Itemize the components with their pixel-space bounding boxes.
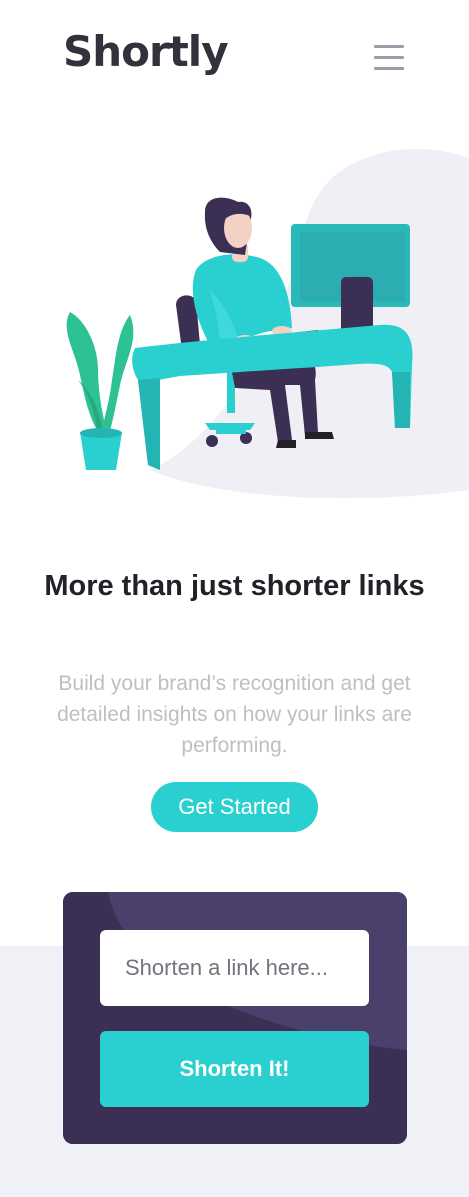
- shorten-it-button[interactable]: Shorten It!: [100, 1031, 369, 1107]
- shorten-link-card: Shorten It!: [63, 892, 407, 1144]
- hero-headline: More than just shorter links: [44, 570, 425, 602]
- menu-line: [374, 67, 404, 70]
- working-illustration: [66, 149, 469, 499]
- link-input[interactable]: [100, 930, 369, 1006]
- logo[interactable]: Shortly: [63, 26, 229, 78]
- site-header: Shortly: [0, 0, 469, 110]
- hero-subtext: Build your brand’s recognition and get d…: [57, 672, 412, 757]
- hamburger-menu-icon[interactable]: [374, 44, 404, 72]
- plant: [66, 312, 108, 435]
- get-started-button[interactable]: Get Started: [151, 782, 318, 832]
- menu-line: [374, 45, 404, 48]
- menu-line: [374, 56, 404, 59]
